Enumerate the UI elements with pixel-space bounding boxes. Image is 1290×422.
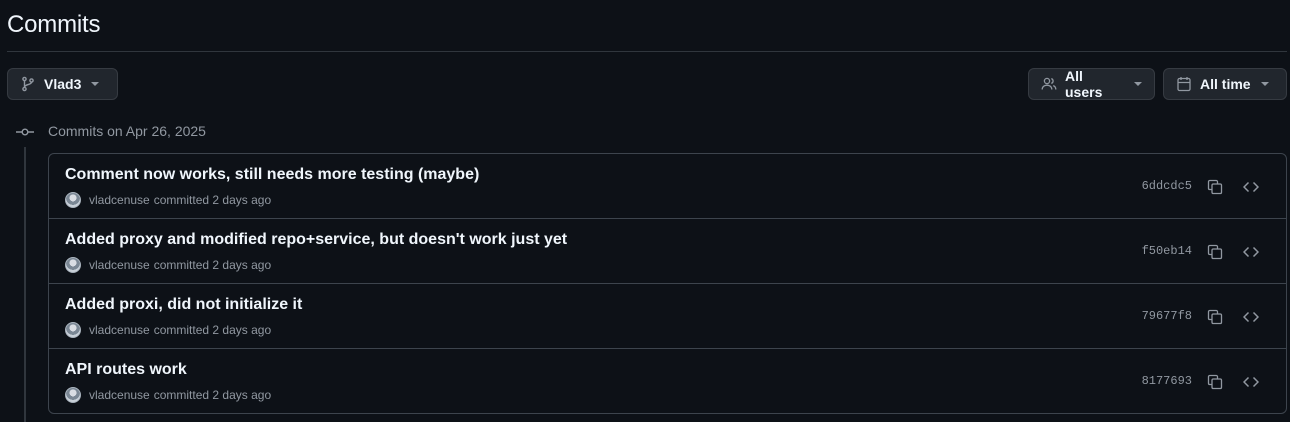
- commit-time: committed 2 days ago: [153, 388, 272, 402]
- commit-sha[interactable]: 79677f8: [1142, 309, 1192, 323]
- git-commit-icon: [16, 124, 34, 140]
- commit-row: Added proxy and modified repo+service, b…: [49, 219, 1286, 284]
- page-title: Commits: [7, 11, 101, 38]
- commit-time: committed 2 days ago: [153, 323, 272, 337]
- commit-row: Added proxi, did not initialize it vladc…: [49, 284, 1286, 349]
- commit-group-heading: Commits on Apr 26, 2025: [48, 123, 206, 139]
- commit-row: Comment now works, still needs more test…: [49, 154, 1286, 219]
- time-filter-label: All time: [1200, 76, 1251, 92]
- copy-icon[interactable]: [1204, 371, 1226, 393]
- time-filter-button[interactable]: All time: [1163, 68, 1287, 100]
- timeline-line: [24, 147, 26, 422]
- avatar[interactable]: [65, 322, 81, 338]
- commit-author[interactable]: vladcenuse: [89, 388, 150, 402]
- calendar-icon: [1176, 76, 1192, 92]
- commit-author[interactable]: vladcenuse: [89, 258, 150, 272]
- commit-meta: vladcenuse committed 2 days ago: [65, 191, 271, 209]
- chevron-down-icon: [1134, 82, 1142, 86]
- code-icon[interactable]: [1240, 371, 1262, 393]
- branch-label: Vlad3: [44, 76, 82, 92]
- copy-icon[interactable]: [1204, 241, 1226, 263]
- commit-sha[interactable]: 6ddcdc5: [1142, 179, 1192, 193]
- chevron-down-icon: [91, 82, 100, 86]
- copy-icon[interactable]: [1204, 306, 1226, 328]
- commit-meta: vladcenuse committed 2 days ago: [65, 321, 271, 339]
- commit-sha[interactable]: f50eb14: [1142, 244, 1192, 258]
- people-icon: [1041, 76, 1057, 92]
- title-divider: [7, 51, 1287, 52]
- code-icon[interactable]: [1240, 306, 1262, 328]
- chevron-down-icon: [1260, 82, 1269, 86]
- avatar[interactable]: [65, 192, 81, 208]
- commit-meta: vladcenuse committed 2 days ago: [65, 386, 271, 404]
- commit-time: committed 2 days ago: [153, 193, 272, 207]
- commit-title[interactable]: Comment now works, still needs more test…: [65, 166, 479, 184]
- code-icon[interactable]: [1240, 241, 1262, 263]
- code-icon[interactable]: [1240, 176, 1262, 198]
- avatar[interactable]: [65, 387, 81, 403]
- commit-title[interactable]: API routes work: [65, 361, 187, 379]
- commit-row: API routes work vladcenuse committed 2 d…: [49, 349, 1286, 413]
- copy-icon[interactable]: [1204, 176, 1226, 198]
- commit-title[interactable]: Added proxy and modified repo+service, b…: [65, 231, 567, 249]
- branch-selector-button[interactable]: Vlad3: [7, 68, 118, 100]
- commit-sha[interactable]: 8177693: [1142, 374, 1192, 388]
- users-filter-label: All users: [1065, 68, 1103, 100]
- commit-author[interactable]: vladcenuse: [89, 193, 150, 207]
- commit-meta: vladcenuse committed 2 days ago: [65, 256, 271, 274]
- commit-list: Comment now works, still needs more test…: [48, 153, 1287, 414]
- git-branch-icon: [20, 76, 36, 92]
- users-filter-button[interactable]: All users: [1028, 68, 1155, 100]
- commit-author[interactable]: vladcenuse: [89, 323, 150, 337]
- commit-time: committed 2 days ago: [153, 258, 272, 272]
- commit-title[interactable]: Added proxi, did not initialize it: [65, 296, 302, 314]
- avatar[interactable]: [65, 257, 81, 273]
